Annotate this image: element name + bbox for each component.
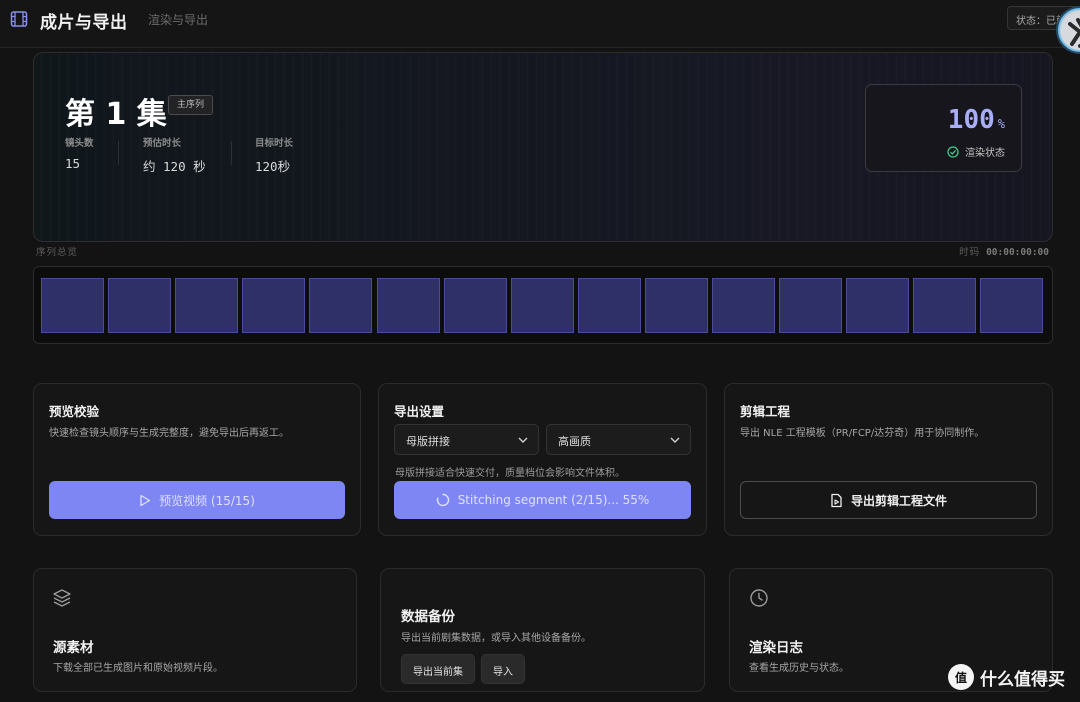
watermark-badge: 值	[948, 664, 974, 690]
nle-project-desc: 导出 NLE 工程模板（PR/FCP/达芬奇）用于协同制作。	[740, 428, 985, 439]
source-assets-desc: 下载全部已生成图片和原始视频片段。	[53, 663, 223, 674]
source-assets-title: 源素材	[53, 640, 94, 656]
shot-thumbnail[interactable]	[510, 278, 574, 333]
sequence-caption: 序列总览	[36, 247, 79, 258]
timecode-value: 00:00:00:00	[986, 247, 1049, 258]
preview-card-desc: 快速检查镜头顺序与生成完整度，避免导出后再返工。	[49, 428, 289, 439]
stat-estimated-duration: 预估时长 约 120 秒	[143, 135, 206, 175]
render-progress-box: 100% 渲染状态	[865, 84, 1022, 172]
render-status-label: 渲染状态	[965, 148, 1005, 159]
page-title: 成片与导出	[40, 13, 128, 33]
export-progress-label: Stitching segment (2/15)... 55%	[457, 493, 650, 507]
episode-hero: 第 1 集 主序列 镜头数 15 预估时长 约 120 秒 目标时长 120秒 …	[33, 52, 1053, 242]
shot-thumbnail[interactable]	[779, 278, 843, 333]
export-nle-button-label: 导出剪辑工程文件	[850, 493, 947, 508]
clock-icon	[750, 589, 768, 607]
stat-label: 镜头数	[65, 138, 94, 149]
timecode-label: 时码	[959, 247, 981, 258]
episode-title: 第 1 集	[65, 97, 167, 132]
file-video-icon	[831, 493, 842, 507]
import-button[interactable]: 导入	[481, 654, 525, 684]
sequence-tag: 主序列	[168, 95, 214, 115]
export-hint: 母版拼接适合快速交付，质量档位会影响文件体积。	[395, 468, 625, 479]
stat-divider	[231, 141, 232, 165]
shot-thumbnail[interactable]	[309, 278, 373, 333]
spinner-icon	[436, 493, 449, 507]
shot-thumbnail[interactable]	[846, 278, 910, 333]
avatar-image	[1061, 11, 1080, 50]
data-backup-desc: 导出当前剧集数据，或导入其他设备备份。	[401, 633, 591, 644]
render-log-title: 渲染日志	[749, 640, 803, 656]
shot-thumbnail[interactable]	[41, 278, 104, 333]
stat-value: 120秒	[255, 159, 291, 174]
export-episode-button[interactable]: 导出当前集	[401, 654, 475, 684]
data-backup-title: 数据备份	[401, 609, 455, 625]
shot-thumbnail[interactable]	[712, 278, 775, 333]
watermark-text: 什么值得买	[980, 669, 1065, 690]
shot-thumbnail[interactable]	[108, 278, 172, 333]
stat-target-duration: 目标时长 120秒	[255, 135, 293, 175]
export-nle-button[interactable]: 导出剪辑工程文件	[740, 481, 1037, 519]
preview-card-title: 预览校验	[49, 404, 100, 419]
stat-value: 约 120 秒	[143, 159, 206, 174]
film-icon	[10, 11, 28, 27]
preview-video-button[interactable]: 预览视频 (15/15)	[49, 481, 345, 519]
check-circle-icon	[947, 145, 959, 158]
shot-thumbnail[interactable]	[644, 278, 708, 333]
shot-thumbnail[interactable]	[443, 278, 507, 333]
preview-video-button-label: 预览视频 (15/15)	[159, 493, 255, 508]
shot-thumbnail[interactable]	[376, 278, 440, 333]
stat-label: 预估时长	[143, 138, 182, 149]
watermark: 值 什么值得买	[948, 664, 1065, 690]
stat-shot-count: 镜头数 15	[65, 135, 94, 171]
layers-icon	[53, 589, 71, 607]
stat-label: 目标时长	[255, 138, 294, 149]
chevron-down-icon	[670, 437, 680, 443]
shot-thumbnail[interactable]	[242, 278, 306, 333]
timecode-display: 时码 00:00:00:00	[959, 244, 1049, 258]
stat-divider	[118, 141, 119, 165]
percent-unit: %	[997, 117, 1005, 131]
render-status: 渲染状态	[947, 144, 1005, 159]
shot-thumbnail[interactable]	[980, 278, 1044, 333]
export-progress-button[interactable]: Stitching segment (2/15)... 55%	[394, 481, 691, 519]
sequence-timeline	[33, 266, 1053, 344]
nle-project-title: 剪辑工程	[740, 404, 791, 419]
page-subtitle: 渲染与导出	[148, 13, 209, 27]
stat-value: 15	[65, 156, 81, 171]
export-settings-title: 导出设置	[394, 404, 445, 419]
shot-thumbnail[interactable]	[913, 278, 977, 333]
shot-thumbnail[interactable]	[175, 278, 239, 333]
top-bar: 成片与导出 渲染与导出 状态：已就绪	[0, 0, 1080, 52]
merge-mode-select[interactable]: 母版拼接	[394, 424, 539, 455]
chevron-down-icon	[518, 437, 528, 443]
render-log-desc: 查看生成历史与状态。	[749, 663, 849, 674]
merge-mode-value: 母版拼接	[406, 435, 450, 448]
render-percent: 100%	[947, 105, 1005, 135]
shot-thumbnail[interactable]	[577, 278, 641, 333]
quality-value: 高画质	[558, 435, 591, 448]
quality-select[interactable]: 高画质	[546, 424, 691, 455]
play-icon	[140, 494, 151, 506]
